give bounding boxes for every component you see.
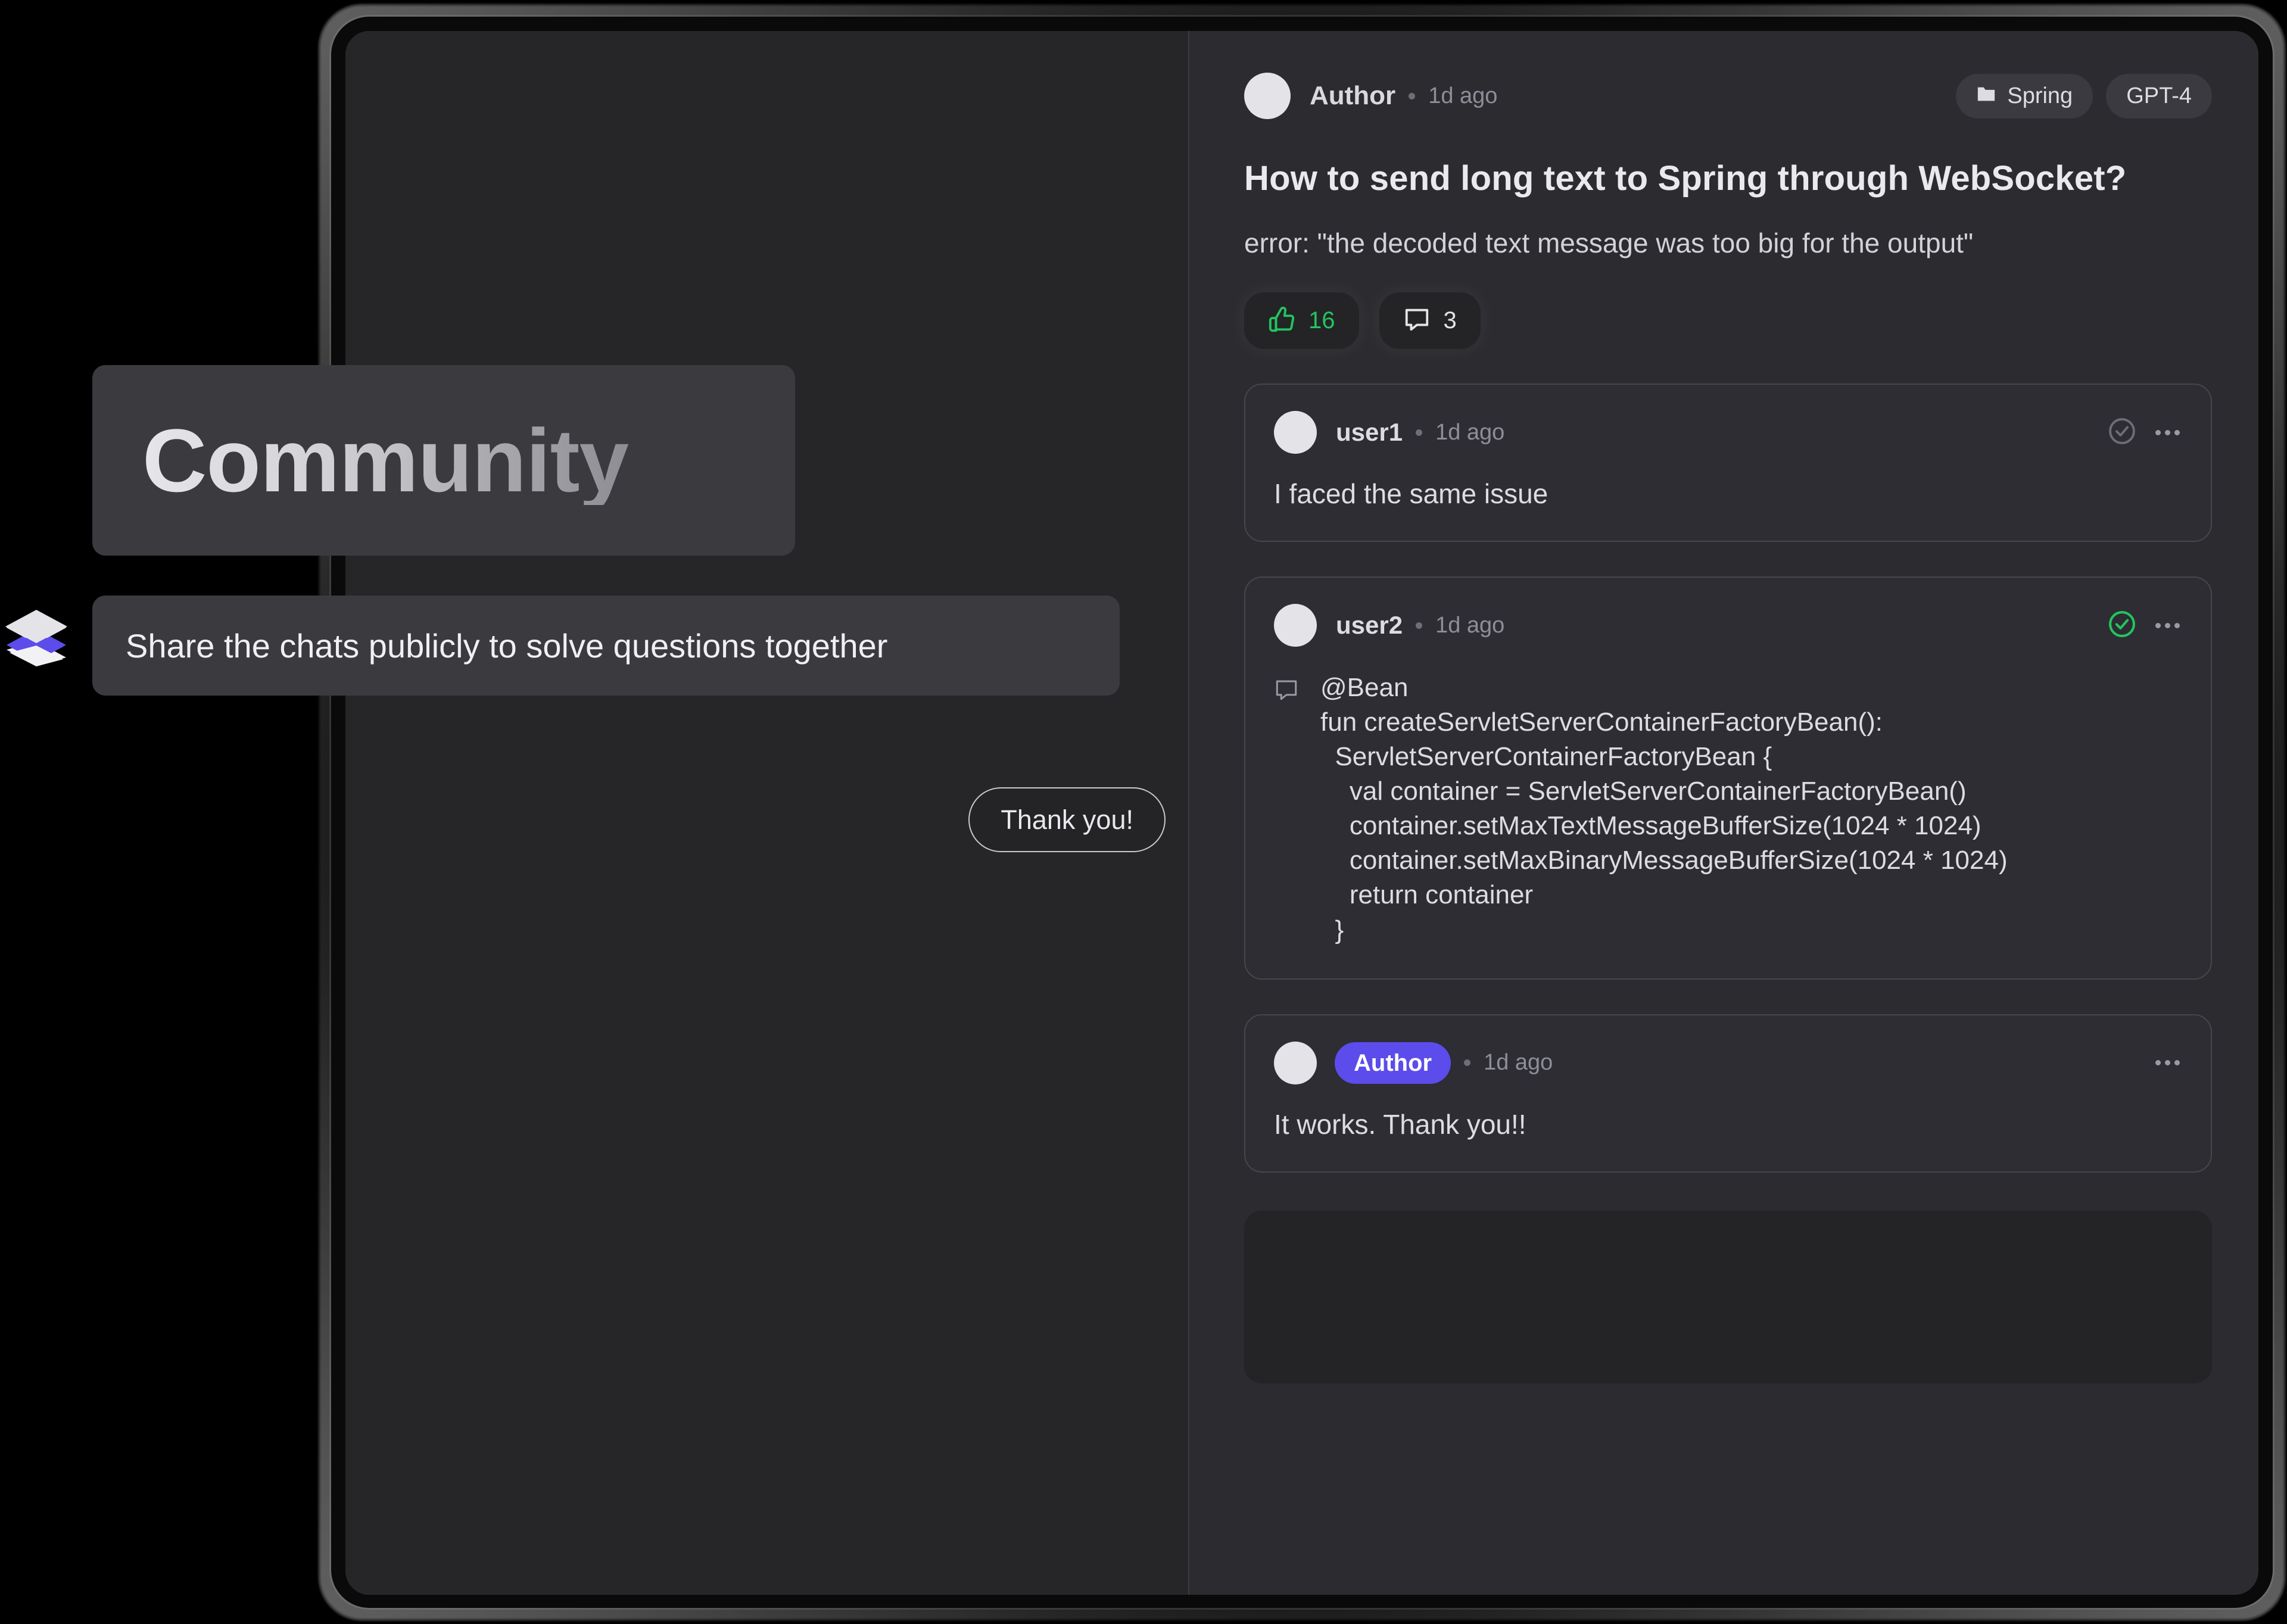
separator-dot <box>1409 92 1416 99</box>
comment-card: Author 1d ago It works. Thank you!! <box>1244 1014 2212 1173</box>
like-button[interactable]: 16 <box>1244 292 1359 349</box>
tag-gpt4[interactable]: GPT-4 <box>2106 73 2212 119</box>
post-tags: Spring GPT-4 <box>1956 73 2212 119</box>
outgoing-chat-bubble: Thank you! <box>968 787 1166 852</box>
comment-actions <box>2107 416 2182 450</box>
layers-stack-icon <box>4 609 69 668</box>
check-circle-icon[interactable] <box>2107 416 2138 450</box>
thumbs-up-icon <box>1268 306 1295 336</box>
separator-dot <box>1416 429 1423 436</box>
comment-icon <box>1403 306 1431 336</box>
like-count: 16 <box>1308 307 1335 333</box>
separator-dot <box>1464 1059 1471 1067</box>
avatar <box>1274 1041 1317 1084</box>
comment-actions <box>2107 609 2182 643</box>
more-options-icon[interactable] <box>2153 617 2182 634</box>
screenshot-root: Thank you! Author 1d ago Spring GPT-4 Ho… <box>0 0 2287 1624</box>
code-snippet: @Bean fun createServletServerContainerFa… <box>1320 673 2008 945</box>
feature-heading-card: Community <box>92 365 795 556</box>
avatar <box>1274 604 1317 647</box>
comment-button[interactable]: 3 <box>1379 292 1481 349</box>
post-timestamp: 1d ago <box>1428 83 1498 108</box>
comment-card: user2 1d ago @Bean fun createServletServ… <box>1244 576 2212 980</box>
comment-timestamp: 1d ago <box>1435 419 1505 445</box>
comment-username: user2 <box>1336 611 1403 639</box>
page-subtitle: Share the chats publicly to solve questi… <box>126 626 888 665</box>
comment-body: It works. Thank you!! <box>1274 1108 1526 1140</box>
post-header: Author 1d ago Spring GPT-4 <box>1244 70 2212 121</box>
comment-header: Author 1d ago <box>1274 1041 2182 1084</box>
chat-panel: Thank you! <box>345 31 1188 1595</box>
tag-label: GPT-4 <box>2126 83 2192 108</box>
comment-timestamp: 1d ago <box>1435 612 1505 638</box>
post-body: error: "the decoded text message was too… <box>1244 227 1974 258</box>
post-title: How to send long text to Spring through … <box>1244 159 2127 198</box>
comment-card: user1 1d ago I faced the same issue <box>1244 384 2212 542</box>
post-author-name: Author <box>1310 81 1396 110</box>
author-badge: Author <box>1335 1042 1451 1084</box>
app-window: Thank you! Author 1d ago Spring GPT-4 Ho… <box>345 31 2258 1595</box>
page-title: Community <box>142 410 629 510</box>
comment-header: user1 1d ago <box>1274 411 2182 454</box>
check-circle-icon[interactable] <box>2107 609 2138 643</box>
tag-label: Spring <box>2007 83 2073 108</box>
comment-username: user1 <box>1336 418 1403 446</box>
feature-subtitle-card: Share the chats publicly to solve questi… <box>92 596 1120 696</box>
comment-actions <box>2153 1054 2182 1071</box>
post-reactions: 16 3 <box>1244 292 2212 349</box>
avatar <box>1274 411 1317 454</box>
comment-bubble-icon <box>1274 671 1299 947</box>
separator-dot <box>1416 622 1423 629</box>
more-options-icon[interactable] <box>2153 424 2182 441</box>
folder-icon <box>1976 83 1996 109</box>
comment-header: user2 1d ago <box>1274 604 2182 647</box>
comment-count: 3 <box>1443 307 1457 333</box>
comment-body: I faced the same issue <box>1274 478 1548 509</box>
comment-code-row: @Bean fun createServletServerContainerFa… <box>1274 671 2182 947</box>
community-panel: Author 1d ago Spring GPT-4 How to send l… <box>1189 31 2258 1595</box>
comment-timestamp: 1d ago <box>1484 1050 1553 1076</box>
more-options-icon[interactable] <box>2153 1054 2182 1071</box>
tag-spring[interactable]: Spring <box>1956 73 2093 119</box>
avatar <box>1244 73 1291 119</box>
comment-composer[interactable] <box>1244 1210 2212 1383</box>
